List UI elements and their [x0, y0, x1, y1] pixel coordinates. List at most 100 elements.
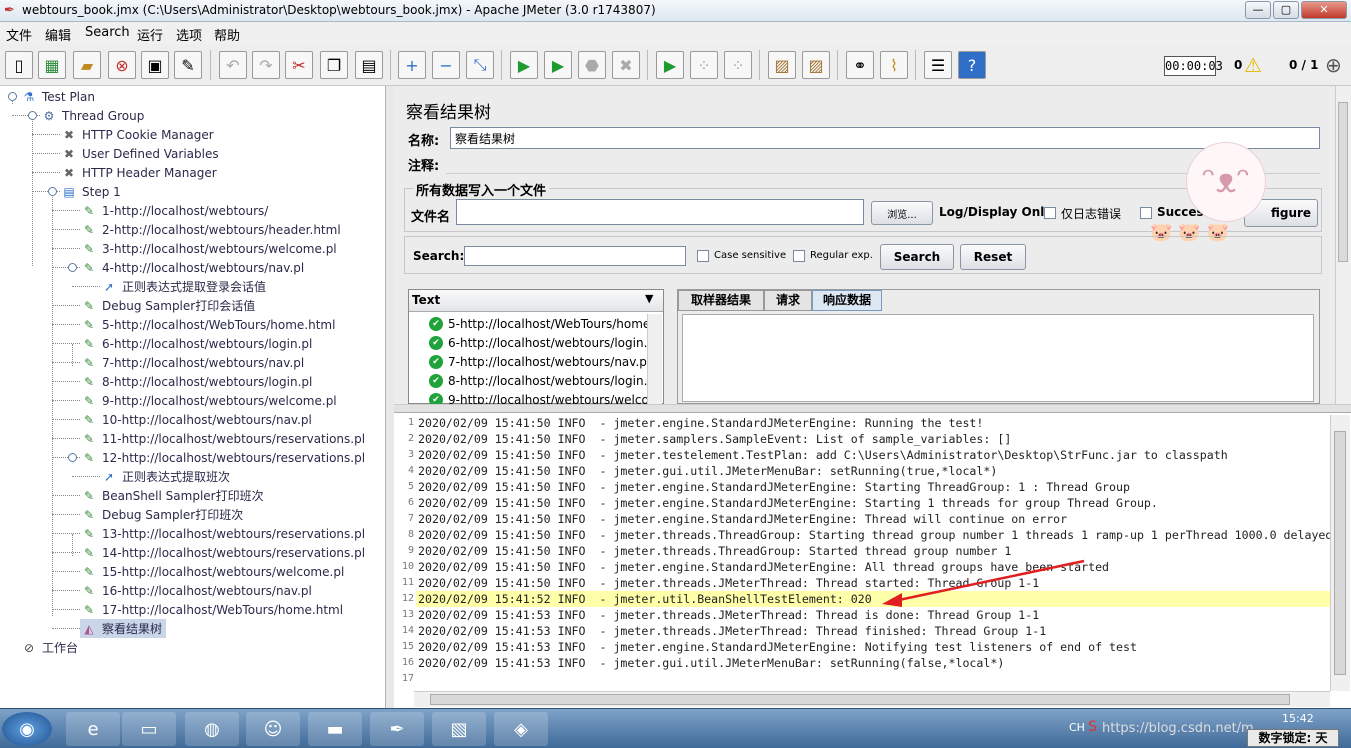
- clear-icon[interactable]: ▨: [768, 51, 796, 79]
- tree-node[interactable]: ✎ 8-http://localhost/webtours/login.pl: [80, 372, 312, 391]
- tree-node[interactable]: ✎ 15-http://localhost/webtours/welcome.pl: [80, 562, 344, 581]
- clear-all-icon[interactable]: ▨: [802, 51, 830, 79]
- tree-node[interactable]: ⊘ 工作台: [20, 638, 78, 657]
- ie-icon[interactable]: e: [66, 712, 120, 746]
- tab-sampler-result[interactable]: 取样器结果: [678, 290, 764, 311]
- tree-node[interactable]: ✎ 16-http://localhost/webtours/nav.pl: [80, 581, 312, 600]
- shutdown-icon[interactable]: ✖: [612, 51, 640, 79]
- successes-checkbox[interactable]: [1140, 207, 1152, 219]
- tab-response-data[interactable]: 响应数据: [812, 290, 882, 311]
- paste-icon[interactable]: ▤: [355, 51, 383, 79]
- panel-scrollbar[interactable]: [1335, 86, 1351, 404]
- templates-icon[interactable]: ▦: [38, 51, 66, 79]
- tree-node[interactable]: ✎ 6-http://localhost/webtours/login.pl: [80, 334, 312, 353]
- chevron-down-icon[interactable]: ▼: [645, 292, 653, 305]
- ime-icon[interactable]: S: [1088, 719, 1097, 735]
- search-input[interactable]: [464, 246, 686, 266]
- renderer-select[interactable]: Text ▼: [409, 290, 663, 312]
- collapse-all-icon[interactable]: −: [432, 51, 460, 79]
- scroll-thumb[interactable]: [1338, 102, 1348, 262]
- result-row[interactable]: ✔ 9-http://localhost/webtours/welcome: [429, 390, 647, 404]
- reset-button[interactable]: Reset: [960, 244, 1026, 270]
- java-ee-icon[interactable]: ◈: [494, 712, 548, 746]
- tree-node[interactable]: ▤ Step 1: [60, 182, 120, 201]
- save-icon[interactable]: ▣: [141, 51, 169, 79]
- regex-checkbox[interactable]: [793, 250, 805, 262]
- tree-node[interactable]: ✎ 12-http://localhost/webtours/reservatio…: [80, 448, 365, 467]
- tree-node[interactable]: ◭ 察看结果树: [80, 619, 167, 638]
- filename-input[interactable]: [456, 199, 864, 225]
- log-vscroll-thumb[interactable]: [1334, 431, 1346, 675]
- reset-search-icon[interactable]: ⌇: [880, 51, 908, 79]
- tree-node[interactable]: ✎ 4-http://localhost/webtours/nav.pl: [80, 258, 304, 277]
- undo-icon[interactable]: ↶: [219, 51, 247, 79]
- copy-icon[interactable]: ❐: [320, 51, 348, 79]
- search-button[interactable]: Search: [880, 244, 954, 270]
- tree-node[interactable]: ✖ HTTP Header Manager: [60, 163, 217, 182]
- tab-request[interactable]: 请求: [764, 290, 812, 311]
- help-icon[interactable]: ?: [958, 51, 986, 79]
- log-splitter[interactable]: [394, 404, 1351, 412]
- tree-node[interactable]: ✎ Debug Sampler打印班次: [80, 505, 243, 524]
- tree-node[interactable]: ✎ Debug Sampler打印会话值: [80, 296, 255, 315]
- expand-toggle[interactable]: [28, 111, 37, 120]
- tree-node[interactable]: ⚗ Test Plan: [20, 87, 95, 106]
- log-vscroll[interactable]: [1330, 415, 1350, 691]
- expand-toggle[interactable]: [68, 453, 77, 462]
- tree-node[interactable]: ✎ 10-http://localhost/webtours/nav.pl: [80, 410, 312, 429]
- tree-node[interactable]: ✎ 3-http://localhost/webtours/welcome.pl: [80, 239, 337, 258]
- tree-node[interactable]: ✎ 7-http://localhost/webtours/nav.pl: [80, 353, 304, 372]
- search-icon[interactable]: ⚭: [846, 51, 874, 79]
- redo-icon[interactable]: ↷: [252, 51, 280, 79]
- expand-toggle[interactable]: [68, 263, 77, 272]
- menu-run[interactable]: 运行: [137, 25, 163, 44]
- log-hscroll-thumb[interactable]: [430, 694, 1290, 705]
- tree-node[interactable]: ✎ 5-http://localhost/WebTours/home.html: [80, 315, 335, 334]
- name-field[interactable]: 察看结果树: [450, 127, 1320, 149]
- tree-node[interactable]: ✎ 9-http://localhost/webtours/welcome.pl: [80, 391, 337, 410]
- menu-edit[interactable]: 编辑: [45, 25, 71, 44]
- browse-button[interactable]: 浏览...: [871, 201, 933, 225]
- tree-node[interactable]: ➚ 正则表达式提取班次: [100, 467, 230, 486]
- tree-node[interactable]: ⚙ Thread Group: [40, 106, 145, 125]
- case-sensitive-checkbox[interactable]: [697, 250, 709, 262]
- remote-icon[interactable]: ⊕: [1325, 53, 1342, 77]
- close-button[interactable]: ✕: [1301, 1, 1347, 19]
- result-row[interactable]: ✔ 5-http://localhost/WebTours/home.h: [429, 314, 647, 333]
- function-helper-icon[interactable]: ☰: [924, 51, 952, 79]
- cut-icon[interactable]: ✂: [285, 51, 313, 79]
- menu-help[interactable]: 帮助: [214, 25, 240, 44]
- start-icon[interactable]: ▶: [510, 51, 538, 79]
- warning-icon[interactable]: ⚠: [1244, 53, 1262, 77]
- tree-node[interactable]: ✎ 17-http://localhost/WebTours/home.html: [80, 600, 343, 619]
- expand-all-icon[interactable]: +: [398, 51, 426, 79]
- maximize-button[interactable]: ▢: [1273, 1, 1299, 19]
- toggle-icon[interactable]: ⤡: [466, 51, 494, 79]
- cmd-icon[interactable]: ▬: [308, 712, 362, 746]
- tree-node[interactable]: ➚ 正则表达式提取登录会话值: [100, 277, 266, 296]
- stop-icon[interactable]: ⬣: [578, 51, 606, 79]
- menu-options[interactable]: 选项: [176, 25, 202, 44]
- tree-node[interactable]: ✎ 11-http://localhost/webtours/reservatio…: [80, 429, 365, 448]
- tree-node[interactable]: ✎ BeanShell Sampler打印班次: [80, 486, 264, 505]
- save-as-icon[interactable]: ✎: [174, 51, 202, 79]
- expand-toggle[interactable]: [8, 92, 17, 101]
- tree-node[interactable]: ✎ 13-http://localhost/webtours/reservatio…: [80, 524, 365, 543]
- start-no-pause-icon[interactable]: ▶: [544, 51, 572, 79]
- tree-node[interactable]: ✖ User Defined Variables: [60, 144, 219, 163]
- result-row[interactable]: ✔ 8-http://localhost/webtours/login.pl: [429, 371, 647, 390]
- result-row[interactable]: ✔ 7-http://localhost/webtours/nav.pl: [429, 352, 647, 371]
- menu-file[interactable]: 文件: [6, 25, 32, 44]
- face-icon[interactable]: ☺: [246, 712, 300, 746]
- remote-shutdown-icon[interactable]: ⁘: [724, 51, 752, 79]
- minimize-button[interactable]: —: [1245, 1, 1271, 19]
- menu-search[interactable]: Search: [85, 25, 130, 40]
- notepad-icon[interactable]: ▧: [432, 712, 486, 746]
- chrome-icon[interactable]: ◍: [185, 712, 239, 746]
- expand-toggle[interactable]: [48, 187, 57, 196]
- feather-icon[interactable]: ✒: [370, 712, 424, 746]
- remote-start-icon[interactable]: ▶: [656, 51, 684, 79]
- close-file-icon[interactable]: ⊗: [108, 51, 136, 79]
- tree-node[interactable]: ✖ HTTP Cookie Manager: [60, 125, 214, 144]
- folder-icon[interactable]: ▭: [122, 712, 176, 746]
